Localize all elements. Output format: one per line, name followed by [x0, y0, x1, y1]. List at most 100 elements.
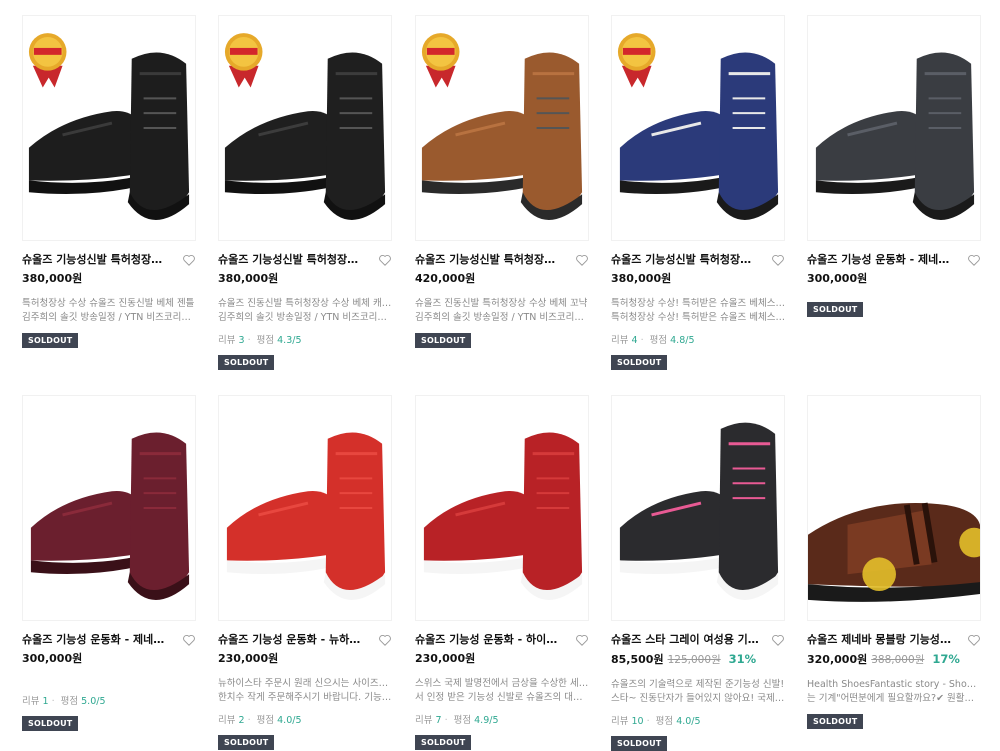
- description-line: 스타~ 진동단자가 들어있지 않아요! 국제발...: [611, 693, 785, 704]
- award-ribbon-icon: [224, 33, 263, 88]
- heart-outline-icon[interactable]: [378, 632, 392, 646]
- product-card[interactable]: 슈올즈 기능성신발 특허청장상 수... 420,000원 슈올즈 진동신발 특…: [415, 15, 589, 348]
- description-line: 뉴하이스타 주문시 원래 신으시는 사이즈보다: [218, 678, 392, 689]
- rating-value: 4.8/5: [670, 335, 695, 346]
- description-line: 스위스 국제 발명전에서 금상을 수상한 세계에: [415, 678, 589, 689]
- rating-label: 평점: [655, 716, 674, 727]
- review-count: 2: [238, 715, 245, 726]
- product-card[interactable]: 슈올즈 기능성 운동화 - 제네바스포... 300,000원 리뷰 1· 평점…: [22, 395, 196, 731]
- heart-outline-icon[interactable]: [378, 252, 392, 266]
- rating-label: 평점: [649, 335, 668, 346]
- description-line: Health ShoesFantastic story - Shoe tech"…: [807, 679, 981, 690]
- description-line: 서 인정 받은 기능성 신발로 슈올즈의 대표 ...: [415, 692, 589, 703]
- heart-outline-icon[interactable]: [967, 632, 981, 646]
- award-ribbon-icon: [28, 33, 67, 88]
- product-description: 특허청장상 수상! 특허받은 슈올즈 베체스포츠 특허청장상 수상! 특허받은 …: [611, 297, 785, 325]
- price-row: 420,000원: [415, 272, 589, 286]
- heart-outline-icon[interactable]: [575, 632, 589, 646]
- review-count: 10: [631, 716, 644, 727]
- review-summary: 리뷰 2 · 평점 4.0/5: [218, 715, 302, 726]
- product-title[interactable]: 슈올즈 기능성 운동화 - 제네바스포...: [807, 252, 957, 268]
- review-count: 4: [631, 335, 638, 346]
- heart-outline-icon[interactable]: [575, 252, 589, 266]
- product-price: 320,000원: [807, 653, 868, 666]
- price-row: 85,500원 125,000원 31%: [611, 652, 785, 667]
- heart-outline-icon[interactable]: [967, 252, 981, 266]
- product-card[interactable]: 슈올즈 기능성 운동화 - 하이스타 ... 230,000원 스위스 국제 발…: [415, 395, 589, 750]
- description-line: 슈올즈 진동신발 특허청장상 수상 베체 꼬냑: [415, 298, 588, 309]
- heart-outline-icon[interactable]: [771, 252, 785, 266]
- soldout-badge: SOLDOUT: [611, 736, 668, 751]
- product-description: 슈올즈의 기술력으로 제작된 준기능성 신발! 스타~ 진동단자가 들어있지 않…: [611, 678, 785, 706]
- soldout-badge: SOLDOUT: [22, 716, 79, 731]
- product-title[interactable]: 슈올즈 기능성신발 특허청장상 수...: [22, 252, 172, 268]
- product-description: 특허청장상 수상 슈올즈 진동신발 베체 젠틀 김주희의 솔깃 방송일정 / Y…: [22, 297, 196, 325]
- review-count: 3: [238, 335, 245, 346]
- description-line: 특허청장상 수상! 특허받은 슈올즈 베체스포츠: [611, 298, 785, 309]
- review-label: 리뷰: [611, 335, 629, 346]
- product-image-icon: [815, 52, 975, 220]
- discount-rate: 31%: [728, 652, 757, 666]
- product-card[interactable]: 슈올즈 스타 그레이 여성용 기능성... 85,500원125,000원 31%…: [611, 395, 785, 751]
- review-count: 7: [435, 715, 442, 726]
- original-price: 125,000원: [667, 654, 721, 666]
- product-image[interactable]: [415, 15, 589, 241]
- soldout-badge: SOLDOUT: [218, 735, 275, 750]
- price-row: 320,000원 388,000원 17%: [807, 652, 981, 667]
- product-card[interactable]: 슈올즈 기능성신발 특허청장상 수... 380,000원 특허청장상 수상! …: [611, 15, 785, 370]
- review-label: 리뷰: [218, 335, 236, 346]
- product-image[interactable]: [22, 395, 196, 621]
- product-title[interactable]: 슈올즈 기능성 운동화 - 뉴하이스타...: [218, 632, 368, 648]
- product-image-icon: [619, 422, 779, 600]
- product-image[interactable]: [218, 15, 392, 241]
- product-image[interactable]: [807, 395, 981, 621]
- product-price: 230,000원: [415, 652, 476, 665]
- original-price: 388,000원: [871, 654, 925, 666]
- review-label: 리뷰: [611, 716, 629, 727]
- rating-value: 4.0/5: [676, 716, 701, 727]
- description-line: 김주희의 솔깃 방송일정 / YTN 비즈코리아 ...: [218, 312, 392, 323]
- product-price: 85,500원: [611, 653, 664, 666]
- rating-label: 평점: [256, 715, 275, 726]
- product-card[interactable]: 슈올즈 제네바 몽블랑 기능성신발 ... 320,000원388,000원 17…: [807, 395, 981, 729]
- product-card[interactable]: 슈올즈 기능성 운동화 - 뉴하이스타... 230,000원 뉴하이스타 주문…: [218, 395, 392, 750]
- product-price: 380,000원: [218, 272, 279, 285]
- product-image[interactable]: [611, 15, 785, 241]
- product-image[interactable]: [218, 395, 392, 621]
- rating-label: 평점: [453, 715, 472, 726]
- product-description: 슈올즈 진동신발 특허청장상 수상 베체 꼬냑 김주희의 솔깃 방송일정 / Y…: [415, 297, 589, 325]
- soldout-badge: SOLDOUT: [22, 333, 79, 348]
- product-title[interactable]: 슈올즈 스타 그레이 여성용 기능성...: [611, 632, 761, 648]
- heart-outline-icon[interactable]: [182, 252, 196, 266]
- product-image-icon: [224, 33, 386, 220]
- product-card[interactable]: 슈올즈 기능성 운동화 - 제네바스포... 300,000원 SOLDOUT: [807, 15, 981, 317]
- product-grid: 슈올즈 기능성신발 특허청장상 수... 380,000원 특허청장상 수상 슈…: [0, 0, 1000, 751]
- product-image[interactable]: [611, 395, 785, 621]
- product-title[interactable]: 슈올즈 기능성신발 특허청장상 수...: [415, 252, 565, 268]
- price-row: 380,000원: [22, 272, 196, 286]
- product-description: Health ShoesFantastic story - Shoe tech"…: [807, 678, 981, 706]
- price-row: 300,000원: [22, 652, 196, 666]
- product-image[interactable]: [22, 15, 196, 241]
- product-title[interactable]: 슈올즈 기능성 운동화 - 제네바스포...: [22, 632, 172, 648]
- product-title[interactable]: 슈올즈 제네바 몽블랑 기능성신발 ...: [807, 632, 957, 648]
- description-line: 슈올즈의 기술력으로 제작된 준기능성 신발!: [611, 679, 785, 690]
- product-price: 230,000원: [218, 652, 279, 665]
- product-title[interactable]: 슈올즈 기능성신발 특허청장상 수...: [611, 252, 761, 268]
- product-card[interactable]: 슈올즈 기능성신발 특허청장상 수... 380,000원 특허청장상 수상 슈…: [22, 15, 196, 348]
- product-description: 스위스 국제 발명전에서 금상을 수상한 세계에 서 인정 받은 기능성 신발로…: [415, 677, 589, 705]
- heart-outline-icon[interactable]: [771, 632, 785, 646]
- product-image[interactable]: [807, 15, 981, 241]
- description-line: 특허청장상 수상 슈올즈 진동신발 베체 젠틀: [22, 298, 195, 309]
- product-card[interactable]: 슈올즈 기능성신발 특허청장상 수... 380,000원 슈올즈 진동신발 특…: [218, 15, 392, 370]
- heart-outline-icon[interactable]: [182, 632, 196, 646]
- review-summary: 리뷰 3 · 평점 4.3/5: [218, 335, 302, 346]
- product-image[interactable]: [415, 395, 589, 621]
- product-price: 420,000원: [415, 272, 476, 285]
- review-summary: 리뷰 7 · 평점 4.9/5: [415, 715, 499, 726]
- product-title[interactable]: 슈올즈 기능성신발 특허청장상 수...: [218, 252, 368, 268]
- product-image-icon: [28, 33, 190, 220]
- product-description: 슈올즈 진동신발 특허청장상 수상 베체 캐주얼 김주희의 솔깃 방송일정 / …: [218, 297, 392, 325]
- product-title[interactable]: 슈올즈 기능성 운동화 - 하이스타 ...: [415, 632, 565, 648]
- rating-value: 4.0/5: [277, 715, 302, 726]
